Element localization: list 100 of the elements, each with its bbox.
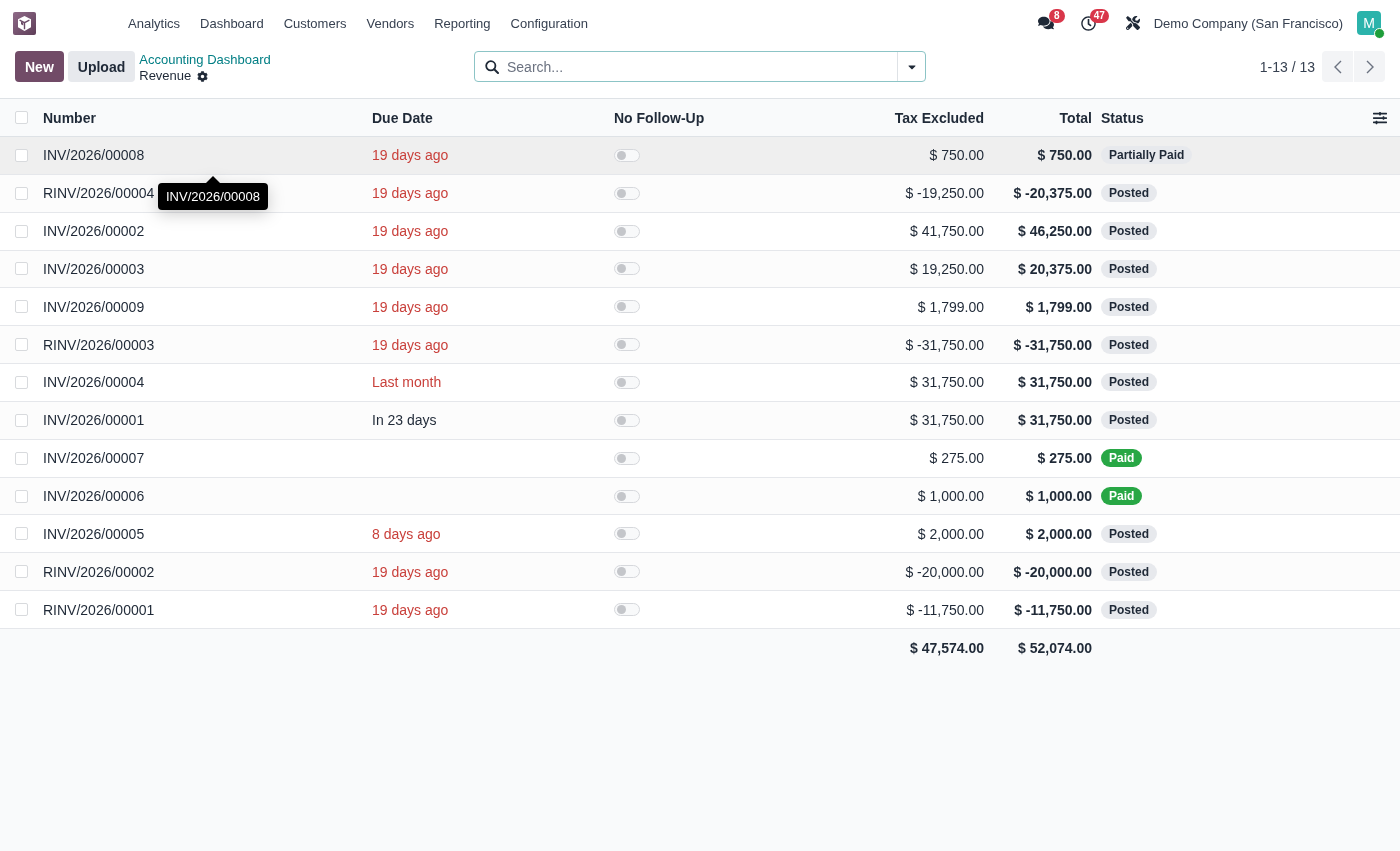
row-checkbox[interactable] <box>15 565 28 579</box>
invoice-number: RINV/2026/00001 <box>43 601 155 618</box>
due-date: In 23 days <box>372 412 437 429</box>
row-checkbox[interactable] <box>15 338 28 352</box>
follow-up-toggle[interactable] <box>614 262 640 276</box>
table-row[interactable]: RINV/2026/00001 19 days ago $ -11,750.00 $ -11,750.00 Posted <box>0 591 1400 629</box>
follow-up-toggle[interactable] <box>614 338 640 352</box>
due-date: 19 days ago <box>372 336 449 353</box>
sliders-icon[interactable] <box>1373 110 1387 125</box>
row-checkbox[interactable] <box>15 603 28 617</box>
search-icon <box>485 59 499 74</box>
row-checkbox[interactable] <box>15 413 28 427</box>
due-date: 19 days ago <box>372 147 449 164</box>
column-header[interactable]: Number <box>43 109 96 126</box>
menu-item[interactable]: Configuration <box>500 15 598 31</box>
status-badge: Posted <box>1101 222 1157 241</box>
upload-button[interactable]: Upload <box>67 51 136 82</box>
previous-page-button[interactable] <box>1322 51 1353 82</box>
chevron-right-icon <box>1365 59 1374 74</box>
column-header[interactable]: Status <box>1101 109 1144 126</box>
table-row[interactable]: INV/2026/00007 $ 275.00 $ 275.00 Paid <box>0 439 1400 478</box>
tax-excluded-amount: $ 1,000.00 <box>917 488 984 504</box>
follow-up-toggle[interactable] <box>614 451 640 465</box>
new-button[interactable]: New <box>15 51 64 82</box>
follow-up-toggle[interactable] <box>614 186 640 200</box>
menu-item[interactable]: Dashboard <box>190 15 274 31</box>
table-row[interactable]: INV/2026/00005 8 days ago $ 2,000.00 $ 2,000.00 Posted <box>0 515 1400 554</box>
status-badge: Posted <box>1101 335 1157 354</box>
row-checkbox[interactable] <box>15 451 28 465</box>
table-row[interactable]: INV/2026/00002 19 days ago $ 41,750.00 $ 46,250.00 Posted <box>0 212 1400 251</box>
invoice-number: RINV/2026/00004 <box>43 185 155 202</box>
select-all-checkbox[interactable] <box>15 111 28 124</box>
page-title: Revenue <box>139 68 192 84</box>
menu-item[interactable]: Customers <box>273 15 357 31</box>
tax-excluded-amount: $ -31,750.00 <box>905 336 984 353</box>
due-date: 19 days ago <box>372 185 449 202</box>
total-amount: $ -31,750.00 <box>1013 336 1092 353</box>
total-amount: $ 31,750.00 <box>1018 412 1092 429</box>
row-checkbox[interactable] <box>15 148 28 162</box>
activity-count-badge: 47 <box>1089 9 1109 23</box>
tools-icon[interactable] <box>1125 16 1140 30</box>
row-checkbox[interactable] <box>15 224 28 238</box>
follow-up-toggle[interactable] <box>614 376 640 389</box>
invoice-number: INV/2026/00003 <box>43 260 145 277</box>
follow-up-toggle[interactable] <box>614 300 640 314</box>
search-input[interactable]: Search... <box>499 52 897 81</box>
due-date: 19 days ago <box>372 563 449 580</box>
row-checkbox[interactable] <box>15 300 28 314</box>
clock-icon[interactable] <box>1080 15 1096 31</box>
invoice-number: INV/2026/00002 <box>43 223 145 240</box>
table-row[interactable]: INV/2026/00009 19 days ago $ 1,799.00 $ 1,799.00 Posted <box>0 288 1400 327</box>
tax-excluded-amount: $ -11,750.00 <box>906 601 984 618</box>
follow-up-toggle[interactable] <box>614 148 640 162</box>
breadcrumb-link[interactable]: Accounting Dashboard <box>139 52 271 68</box>
status-badge: Posted <box>1101 297 1157 316</box>
tax-excluded-amount: $ 2,000.00 <box>917 525 984 542</box>
tax-excluded-sum: $ 47,574.00 <box>910 639 984 656</box>
row-checkbox[interactable] <box>15 527 28 541</box>
table-row[interactable]: INV/2026/00004 Last month $ 31,750.00 $ 31,750.00 Posted <box>0 364 1400 402</box>
row-checkbox[interactable] <box>15 489 28 503</box>
follow-up-toggle[interactable] <box>614 603 640 617</box>
chevron-left-icon <box>1333 59 1342 74</box>
total-amount: $ 275.00 <box>1037 450 1092 467</box>
chat-icon[interactable] <box>1037 15 1054 31</box>
follow-up-toggle[interactable] <box>614 565 640 579</box>
column-header[interactable]: No Follow-Up <box>614 109 705 126</box>
invoice-number: RINV/2026/00002 <box>43 563 155 580</box>
next-page-button[interactable] <box>1354 51 1385 82</box>
table-row[interactable]: INV/2026/00008 19 days ago $ 750.00 $ 750.00 Partially Paid <box>0 137 1400 175</box>
total-amount: $ 1,799.00 <box>1025 298 1092 315</box>
column-header[interactable]: Total <box>1059 109 1092 126</box>
column-header[interactable]: Tax Excluded <box>894 109 984 126</box>
menu-item[interactable]: Vendors <box>356 15 425 31</box>
invoice-number: INV/2026/00004 <box>43 374 145 391</box>
status-badge: Posted <box>1101 411 1157 430</box>
status-badge: Posted <box>1101 562 1157 581</box>
search-field[interactable]: Search... <box>474 51 926 82</box>
follow-up-toggle[interactable] <box>614 527 640 541</box>
row-checkbox[interactable] <box>15 376 28 389</box>
menu-item[interactable]: Analytics <box>118 15 191 31</box>
status-badge: Paid <box>1101 487 1143 505</box>
follow-up-toggle[interactable] <box>614 489 640 503</box>
status-badge: Posted <box>1101 373 1157 392</box>
status-badge: Posted <box>1101 259 1157 278</box>
follow-up-toggle[interactable] <box>614 413 640 427</box>
tax-excluded-amount: $ 1,799.00 <box>917 298 984 315</box>
tax-excluded-amount: $ -19,250.00 <box>905 185 984 202</box>
status-badge: Paid <box>1101 449 1143 468</box>
column-header[interactable]: Due Date <box>372 109 433 126</box>
cube-logo-icon[interactable] <box>13 11 36 35</box>
pager-value[interactable]: 1-13 / 13 <box>1259 58 1315 75</box>
menu-item[interactable]: Reporting <box>424 15 501 31</box>
row-checkbox[interactable] <box>15 186 28 200</box>
gear-icon[interactable] <box>197 70 209 82</box>
follow-up-toggle[interactable] <box>614 224 640 238</box>
company-name[interactable]: Demo Company (San Francisco) <box>1153 15 1343 31</box>
due-date: 19 days ago <box>372 601 449 618</box>
total-amount: $ 750.00 <box>1037 147 1092 164</box>
total-amount: $ 20,375.00 <box>1018 260 1092 277</box>
row-checkbox[interactable] <box>15 262 28 276</box>
